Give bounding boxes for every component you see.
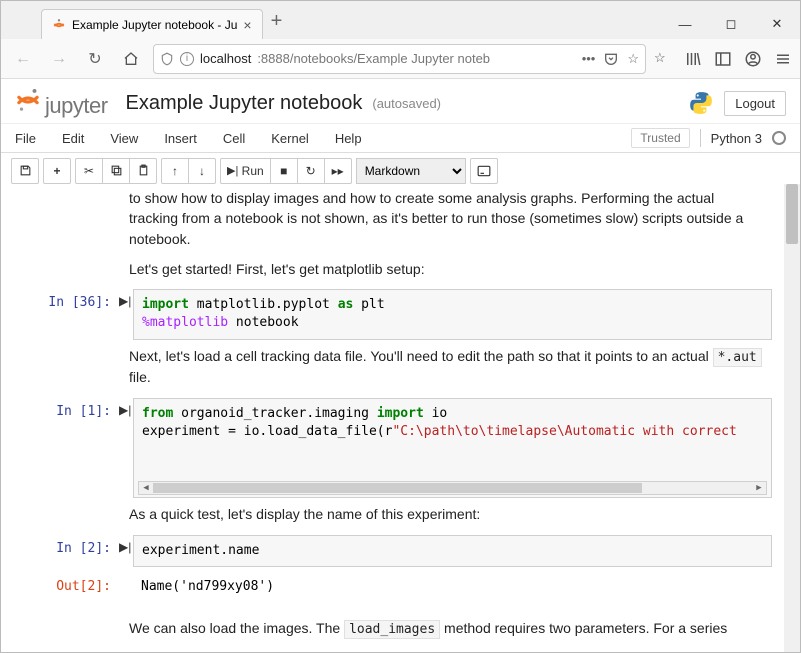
jupyter-favicon xyxy=(52,18,66,32)
close-tab-icon[interactable]: × xyxy=(243,17,251,33)
cell-type-select[interactable]: Markdown xyxy=(356,158,466,184)
separator xyxy=(700,129,701,147)
reload-button[interactable]: ↻ xyxy=(81,45,109,73)
menu-icon[interactable] xyxy=(774,50,792,68)
library-icon[interactable] xyxy=(684,50,702,68)
run-button[interactable]: ▶| Run xyxy=(220,158,271,184)
kernel-status-icon xyxy=(772,131,786,145)
code-cell[interactable]: In [1]: ▶| from organoid_tracker.imaging… xyxy=(11,398,790,499)
move-up-button[interactable]: ↑ xyxy=(161,158,189,184)
maximize-button[interactable]: ◻ xyxy=(708,9,754,39)
scrollbar-thumb[interactable] xyxy=(153,483,642,493)
sidebar-icon[interactable] xyxy=(714,50,732,68)
back-button[interactable]: ← xyxy=(9,45,37,73)
close-window-button[interactable]: ✕ xyxy=(754,9,800,39)
home-button[interactable] xyxy=(117,45,145,73)
jupyter-menubar: File Edit View Insert Cell Kernel Help T… xyxy=(1,123,800,153)
in-prompt: In [1]: xyxy=(11,398,119,499)
info-icon: i xyxy=(180,52,194,66)
code-cell[interactable]: In [36]: ▶| import matplotlib.pyplot as … xyxy=(11,289,790,339)
menu-help[interactable]: Help xyxy=(335,131,378,146)
markdown-cell[interactable]: We can also load the images. The load_im… xyxy=(129,618,790,640)
scrollbar-thumb[interactable] xyxy=(786,184,798,244)
tab-title: Example Jupyter notebook - Ju xyxy=(72,18,237,32)
copy-button[interactable] xyxy=(102,158,130,184)
vertical-scrollbar[interactable] xyxy=(784,184,800,652)
output-cell: Out[2]: Name('nd799xy08') xyxy=(11,573,790,600)
command-palette-button[interactable] xyxy=(470,158,498,184)
paste-button[interactable] xyxy=(129,158,157,184)
bookmark-page-icon[interactable]: ☆ xyxy=(654,50,672,68)
ellipsis-icon[interactable]: ••• xyxy=(582,51,596,66)
kernel-name[interactable]: Python 3 xyxy=(711,131,762,146)
url-host: localhost xyxy=(200,51,251,66)
markdown-cell[interactable]: Next, let's load a cell tracking data fi… xyxy=(129,346,790,388)
code-input[interactable]: from organoid_tracker.imaging import io … xyxy=(133,398,772,499)
insert-cell-button[interactable]: + xyxy=(43,158,71,184)
jupyter-logo-text: jupyter xyxy=(45,93,108,119)
window-controls: — ◻ ✕ xyxy=(662,9,800,39)
horizontal-scrollbar[interactable]: ◀▶ xyxy=(138,481,767,495)
run-cell-icon[interactable]: ▶| xyxy=(119,398,133,499)
new-tab-button[interactable]: + xyxy=(271,10,283,33)
in-prompt: In [2]: xyxy=(11,535,119,567)
save-button[interactable] xyxy=(11,158,39,184)
logout-button[interactable]: Logout xyxy=(724,91,786,116)
interrupt-button[interactable]: ■ xyxy=(270,158,298,184)
markdown-cell[interactable]: Let's get started! First, let's get matp… xyxy=(129,259,790,279)
markdown-cell[interactable]: to show how to display images and how to… xyxy=(129,188,790,249)
scroll-left-icon[interactable]: ◀ xyxy=(139,482,153,495)
menu-insert[interactable]: Insert xyxy=(164,131,213,146)
in-prompt: In [36]: xyxy=(11,289,119,339)
notebook-area[interactable]: to show how to display images and how to… xyxy=(1,184,800,652)
code-input[interactable]: import matplotlib.pyplot as plt %matplot… xyxy=(133,289,772,339)
browser-toolbar: ← → ↻ i localhost :8888/notebooks/Example… xyxy=(1,39,800,79)
restart-button[interactable]: ↻ xyxy=(297,158,325,184)
pocket-icon[interactable] xyxy=(603,51,619,67)
restart-run-all-button[interactable]: ▸▸ xyxy=(324,158,352,184)
url-bar[interactable]: i localhost :8888/notebooks/Example Jupyt… xyxy=(153,44,646,74)
run-cell-icon[interactable]: ▶| xyxy=(119,535,133,567)
out-prompt: Out[2]: xyxy=(11,573,119,600)
trusted-indicator[interactable]: Trusted xyxy=(631,128,689,148)
output-text: Name('nd799xy08') xyxy=(133,573,772,600)
account-icon[interactable] xyxy=(744,50,762,68)
menu-edit[interactable]: Edit xyxy=(62,131,100,146)
jupyter-logo-icon xyxy=(15,87,41,113)
notebook-name[interactable]: Example Jupyter notebook xyxy=(126,92,363,115)
browser-tab[interactable]: Example Jupyter notebook - Ju × xyxy=(41,9,263,39)
scroll-right-icon[interactable]: ▶ xyxy=(752,482,766,495)
jupyter-header: jupyter Example Jupyter notebook (autosa… xyxy=(1,79,800,123)
menu-file[interactable]: File xyxy=(15,131,52,146)
cut-button[interactable]: ✂ xyxy=(75,158,103,184)
code-input[interactable]: experiment.name xyxy=(133,535,772,567)
browser-titlebar: Example Jupyter notebook - Ju × + — ◻ ✕ xyxy=(1,1,800,39)
menu-view[interactable]: View xyxy=(110,131,154,146)
python-icon xyxy=(688,90,714,116)
move-down-button[interactable]: ↓ xyxy=(188,158,216,184)
forward-button[interactable]: → xyxy=(45,45,73,73)
code-cell[interactable]: In [2]: ▶| experiment.name xyxy=(11,535,790,567)
menu-cell[interactable]: Cell xyxy=(223,131,261,146)
jupyter-logo[interactable]: jupyter xyxy=(15,87,108,119)
autosave-status: (autosaved) xyxy=(372,96,441,111)
menu-kernel[interactable]: Kernel xyxy=(271,131,325,146)
bookmark-star-icon[interactable]: ☆ xyxy=(627,51,639,67)
url-path: :8888/notebooks/Example Jupyter noteb xyxy=(257,51,490,66)
run-cell-icon[interactable]: ▶| xyxy=(119,289,133,339)
markdown-cell[interactable]: As a quick test, let's display the name … xyxy=(129,504,790,524)
shield-icon xyxy=(160,52,174,66)
minimize-button[interactable]: — xyxy=(662,9,708,39)
